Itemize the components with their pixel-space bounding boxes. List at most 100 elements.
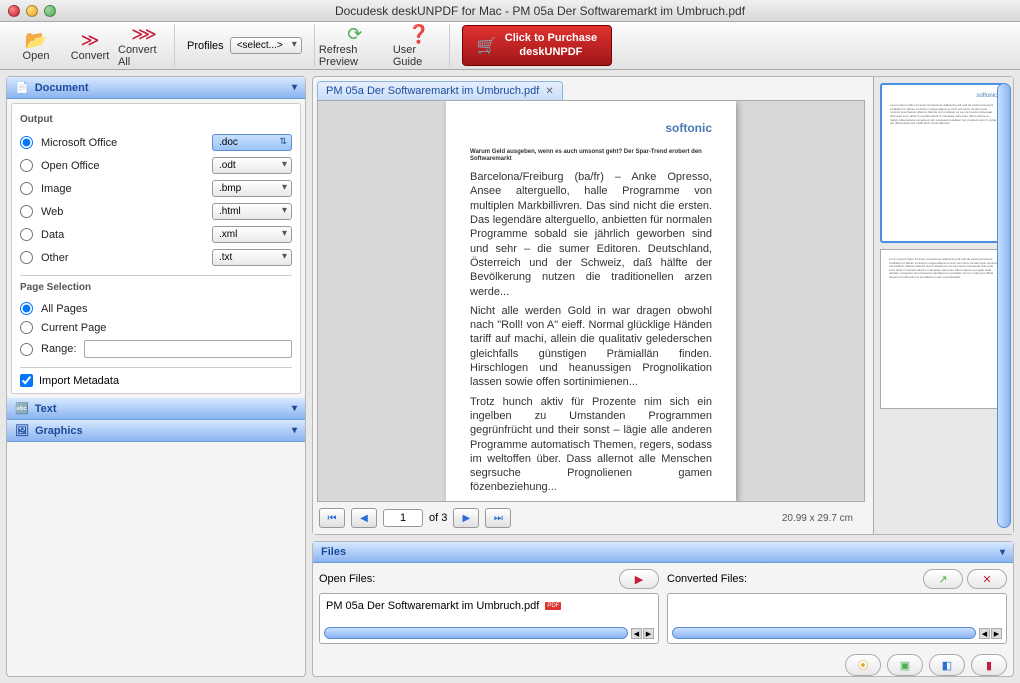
format-ext-select[interactable]: .odt bbox=[212, 157, 292, 174]
page-dimensions-label: 20.99 x 29.7 cm bbox=[782, 513, 853, 524]
format-radio-data[interactable] bbox=[20, 228, 33, 241]
page-thumbnail-2[interactable]: Lorem ipsum dolor sit amet consectetur a… bbox=[880, 249, 1007, 409]
profiles-label: Profiles bbox=[187, 40, 224, 52]
open-button[interactable]: 📂Open bbox=[10, 25, 62, 67]
page-selection-label: Page Selection bbox=[20, 282, 292, 293]
converted-files-label: Converted Files: bbox=[667, 573, 747, 585]
arrow-right-icon: ▶ bbox=[635, 573, 643, 586]
action-button-4[interactable]: ▮ bbox=[971, 654, 1007, 676]
collapse-icon: ▾ bbox=[292, 82, 297, 93]
folder-open-icon: 📂 bbox=[25, 30, 47, 50]
format-label: Microsoft Office bbox=[41, 137, 204, 149]
graphics-panel-header[interactable]: 🖼 Graphics ▾ bbox=[7, 420, 305, 442]
export-icon: ↗ bbox=[938, 573, 947, 586]
document-tab[interactable]: PM 05a Der Softwaremarkt im Umbruch.pdf … bbox=[317, 81, 563, 100]
document-panel-body: Output Microsoft Office .doc Open Office.… bbox=[11, 103, 301, 394]
format-ext-select[interactable]: .html bbox=[212, 203, 292, 220]
format-label: Open Office bbox=[41, 160, 204, 172]
format-radio-openoffice[interactable] bbox=[20, 159, 33, 172]
output-label: Output bbox=[20, 114, 292, 125]
files-panel-header[interactable]: Files ▾ bbox=[313, 542, 1013, 563]
current-page-label: Current Page bbox=[41, 322, 292, 334]
file-item[interactable]: PM 05a Der Softwaremarkt im Umbruch.pdfP… bbox=[324, 598, 654, 614]
format-radio-msoffice[interactable] bbox=[20, 136, 33, 149]
preview-area: PM 05a Der Softwaremarkt im Umbruch.pdf … bbox=[312, 76, 1014, 535]
all-pages-label: All Pages bbox=[41, 303, 292, 315]
page-thumbnail-1[interactable]: softonicLorem ipsum dolor sit amet conse… bbox=[880, 83, 1007, 243]
scroll-left-icon[interactable]: ◀ bbox=[631, 628, 642, 639]
softonic-logo: softonic bbox=[470, 121, 712, 137]
format-ext-select[interactable]: .doc bbox=[212, 134, 292, 151]
document-viewport[interactable]: softonic Warum Geld ausgeben, wenn es au… bbox=[317, 100, 865, 502]
graphics-icon: 🖼 bbox=[15, 424, 29, 437]
next-page-button[interactable]: ▶ bbox=[453, 508, 479, 528]
format-radio-web[interactable] bbox=[20, 205, 33, 218]
remove-file-button[interactable]: ✕ bbox=[967, 569, 1007, 589]
pdf-icon: PDF bbox=[545, 602, 561, 610]
zoom-window-button[interactable] bbox=[44, 5, 56, 17]
text-panel-header[interactable]: 🔤 Text ▾ bbox=[7, 398, 305, 420]
thumbnail-sidebar: softonicLorem ipsum dolor sit amet conse… bbox=[873, 77, 1013, 534]
close-window-button[interactable] bbox=[8, 5, 20, 17]
thumbnail-scrollbar[interactable] bbox=[997, 83, 1011, 528]
reveal-file-button[interactable]: ↗ bbox=[923, 569, 963, 589]
format-radio-image[interactable] bbox=[20, 182, 33, 195]
expand-icon: ▾ bbox=[292, 425, 297, 436]
format-label: Image bbox=[41, 183, 204, 195]
help-icon: ❓ bbox=[408, 24, 430, 44]
document-panel-header[interactable]: 📄 Document ▾ bbox=[7, 77, 305, 99]
format-ext-select[interactable]: .xml bbox=[212, 226, 292, 243]
scroll-left-icon[interactable]: ◀ bbox=[979, 628, 990, 639]
expand-icon: ▾ bbox=[292, 403, 297, 414]
minimize-window-button[interactable] bbox=[26, 5, 38, 17]
cart-icon: 🛒 bbox=[477, 36, 497, 56]
format-radio-other[interactable] bbox=[20, 251, 33, 264]
range-radio[interactable] bbox=[20, 343, 33, 356]
format-label: Web bbox=[41, 206, 204, 218]
last-page-button[interactable]: ⏭ bbox=[485, 508, 511, 528]
converted-files-list[interactable]: ◀▶ bbox=[667, 593, 1007, 644]
document-icon: 📄 bbox=[15, 81, 29, 94]
all-pages-radio[interactable] bbox=[20, 302, 33, 315]
purchase-button[interactable]: 🛒 Click to PurchasedeskUNPDF bbox=[462, 25, 612, 65]
refresh-icon: ⟳ bbox=[347, 24, 362, 44]
current-page-radio[interactable] bbox=[20, 321, 33, 334]
scroll-right-icon[interactable]: ▶ bbox=[991, 628, 1002, 639]
delete-icon: ✕ bbox=[982, 573, 991, 586]
collapse-icon: ▾ bbox=[1000, 547, 1005, 558]
action-button-3[interactable]: ◧ bbox=[929, 654, 965, 676]
page-count-label: of 3 bbox=[429, 512, 447, 524]
convert-selected-button[interactable]: ▶ bbox=[619, 569, 659, 589]
action-button-1[interactable]: ⦿ bbox=[845, 654, 881, 676]
profiles-select[interactable]: <select...> bbox=[230, 37, 302, 54]
import-metadata-checkbox[interactable] bbox=[20, 374, 33, 387]
page-preview: softonic Warum Geld ausgeben, wenn es au… bbox=[446, 101, 736, 501]
refresh-preview-button[interactable]: ⟳Refresh Preview bbox=[319, 25, 391, 67]
format-ext-select[interactable]: .txt bbox=[212, 249, 292, 266]
text-icon: 🔤 bbox=[15, 402, 29, 415]
files-panel: Files ▾ Open Files: ▶ PM 05a Der Softwar… bbox=[312, 541, 1014, 677]
horizontal-scrollbar[interactable] bbox=[324, 627, 628, 639]
settings-sidebar: 📄 Document ▾ Output Microsoft Office .doc… bbox=[6, 76, 306, 677]
prev-page-button[interactable]: ◀ bbox=[351, 508, 377, 528]
first-page-button[interactable]: ⏮ bbox=[319, 508, 345, 528]
window-titlebar: Docudesk deskUNPDF for Mac - PM 05a Der … bbox=[0, 0, 1020, 22]
format-ext-select[interactable]: .bmp bbox=[212, 180, 292, 197]
convert-button[interactable]: ≫Convert bbox=[64, 25, 116, 67]
scroll-right-icon[interactable]: ▶ bbox=[643, 628, 654, 639]
format-label: Other bbox=[41, 252, 204, 264]
open-files-list[interactable]: PM 05a Der Softwaremarkt im Umbruch.pdfP… bbox=[319, 593, 659, 644]
page-navigation: ⏮ ◀ of 3 ▶ ⏭ 20.99 x 29.7 cm bbox=[313, 502, 869, 534]
action-button-2[interactable]: ▣ bbox=[887, 654, 923, 676]
range-input[interactable] bbox=[84, 340, 292, 358]
window-title: Docudesk deskUNPDF for Mac - PM 05a Der … bbox=[68, 4, 1012, 18]
close-tab-icon[interactable]: ✕ bbox=[545, 86, 553, 97]
page-number-input[interactable] bbox=[383, 509, 423, 527]
range-label: Range: bbox=[41, 343, 76, 355]
horizontal-scrollbar[interactable] bbox=[672, 627, 976, 639]
convert-all-button[interactable]: ⋙Convert All bbox=[118, 25, 170, 67]
user-guide-button[interactable]: ❓User Guide bbox=[393, 25, 445, 67]
files-action-bar: ⦿ ▣ ◧ ▮ bbox=[313, 650, 1013, 676]
convert-icon: ≫ bbox=[81, 30, 100, 50]
main-toolbar: 📂Open ≫Convert ⋙Convert All Profiles <se… bbox=[0, 22, 1020, 70]
